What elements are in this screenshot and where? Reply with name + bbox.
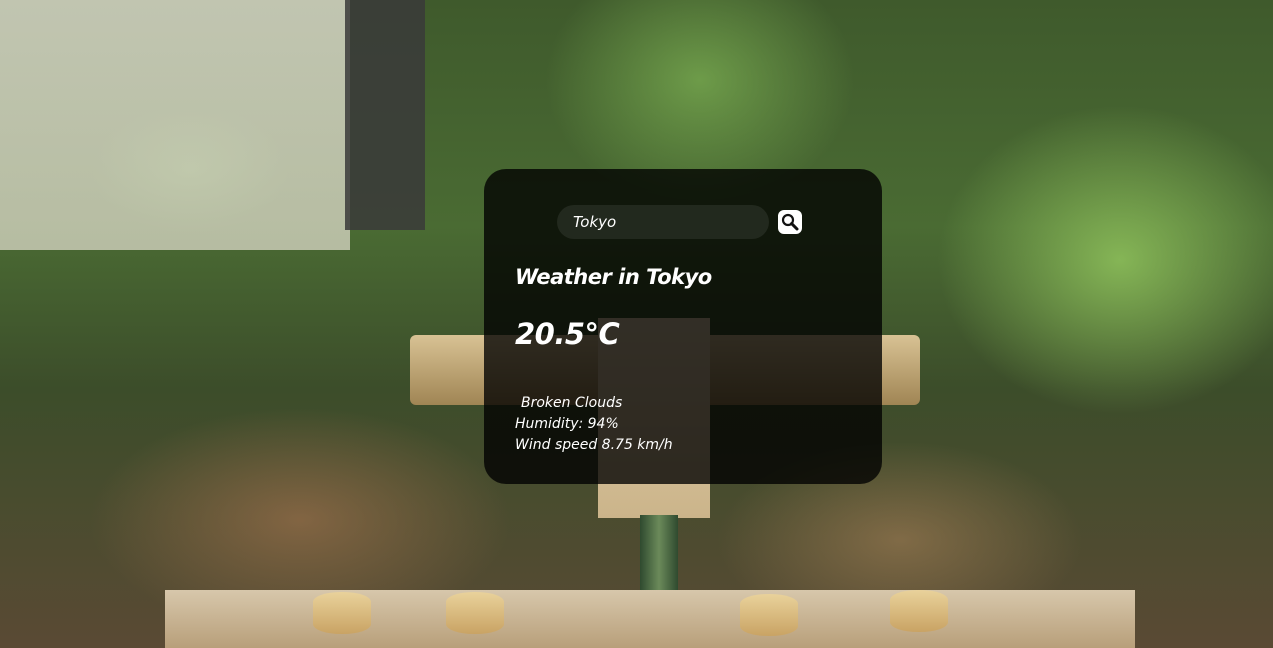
background-basin [165, 590, 1135, 648]
search-button[interactable] [778, 210, 802, 234]
humidity-text: Humidity: 94% [515, 416, 619, 432]
background-ladle [890, 590, 948, 632]
background-ladle [446, 592, 504, 634]
background-ladle [313, 592, 371, 634]
background-pillar [345, 0, 425, 230]
background-ladle [740, 594, 798, 636]
background-wall [0, 0, 350, 250]
weather-description: Broken Clouds [521, 395, 623, 411]
temperature-value: 20.5°C [515, 317, 620, 351]
wind-speed-text: Wind speed 8.75 km/h [515, 437, 673, 453]
search-bar [557, 205, 807, 239]
search-icon [778, 210, 802, 234]
description-row: Broken Clouds [515, 393, 673, 414]
weather-location-title: Weather in Tokyo [515, 265, 712, 289]
weather-card: Weather in Tokyo 20.5°C Broken Clouds Hu… [484, 169, 882, 484]
city-search-input[interactable] [557, 205, 769, 239]
weather-details: Broken Clouds Humidity: 94% Wind speed 8… [515, 393, 673, 456]
